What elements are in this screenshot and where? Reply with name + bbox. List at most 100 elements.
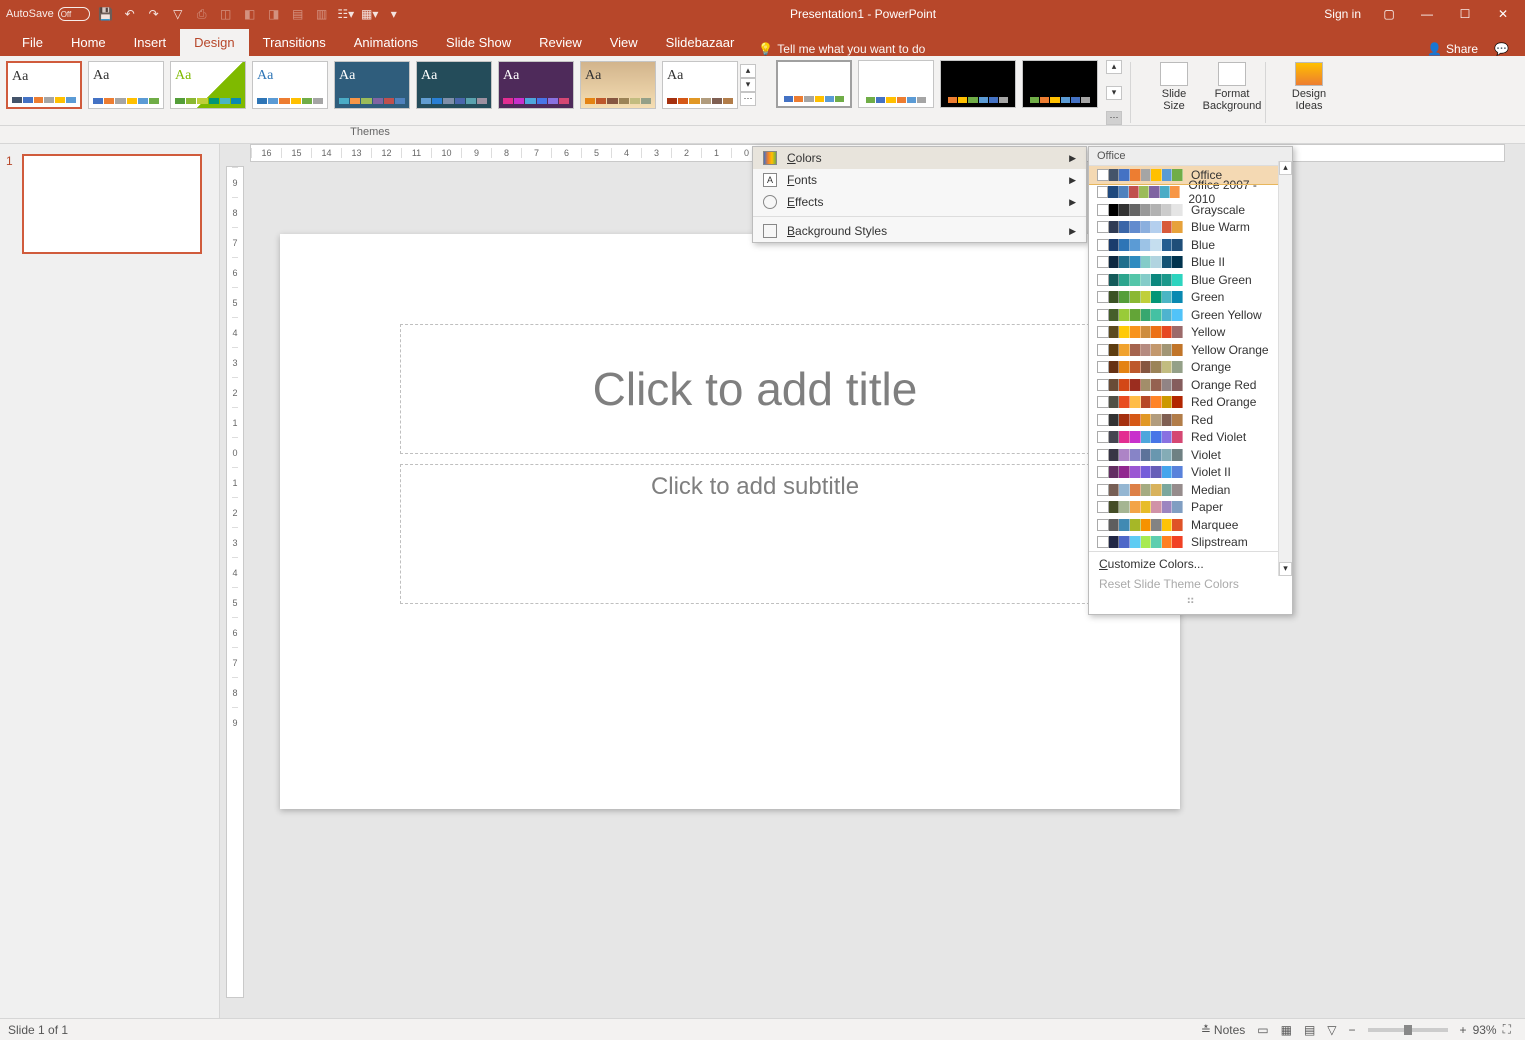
color-scheme-marquee[interactable]: Marquee xyxy=(1089,516,1292,534)
normal-view-icon[interactable]: ▭ xyxy=(1251,1023,1274,1037)
qat-customize-icon[interactable]: ▾ xyxy=(386,6,402,22)
start-from-beginning-icon[interactable]: ▽ xyxy=(170,6,186,22)
themes-group-label: Themes xyxy=(0,126,740,143)
sign-in-link[interactable]: Sign in xyxy=(1324,7,1361,21)
tab-review[interactable]: Review xyxy=(525,29,596,56)
variant-1[interactable] xyxy=(776,60,852,108)
qat-icon-6[interactable]: ▥ xyxy=(314,6,330,22)
theme-thumb-5[interactable]: Aa xyxy=(334,61,410,109)
format-background-button[interactable]: Format Background xyxy=(1207,60,1257,125)
color-scheme-slipstream[interactable]: Slipstream xyxy=(1089,534,1292,552)
theme-thumb-7[interactable]: Aa xyxy=(498,61,574,109)
tab-insert[interactable]: Insert xyxy=(120,29,181,56)
zoom-slider[interactable] xyxy=(1368,1028,1448,1032)
qat-icon-7[interactable]: ☷▾ xyxy=(338,6,354,22)
tab-home[interactable]: Home xyxy=(57,29,120,56)
variants-gallery[interactable]: ▴▾⋯ xyxy=(776,60,1122,125)
tab-design[interactable]: Design xyxy=(180,29,248,56)
theme-thumb-6[interactable]: Aa xyxy=(416,61,492,109)
theme-thumb-3[interactable]: Aa xyxy=(170,61,246,109)
theme-thumb-1[interactable]: Aa xyxy=(6,61,82,109)
color-scheme-orange[interactable]: Orange xyxy=(1089,359,1292,377)
scroll-up-icon[interactable]: ▴ xyxy=(1279,161,1292,175)
color-scheme-green[interactable]: Green xyxy=(1089,289,1292,307)
slide-sorter-icon[interactable]: ▦ xyxy=(1275,1023,1298,1037)
save-icon[interactable]: 💾 xyxy=(98,6,114,22)
fit-to-window-icon[interactable]: ⛶ xyxy=(1497,1022,1517,1037)
qat-color-icon[interactable]: ▦▾ xyxy=(362,6,378,22)
variants-more-button[interactable]: ▴▾⋯ xyxy=(1106,60,1122,125)
tab-animations[interactable]: Animations xyxy=(340,29,432,56)
redo-icon[interactable]: ↷ xyxy=(146,6,162,22)
scroll-down-icon[interactable]: ▾ xyxy=(1279,562,1292,576)
color-scheme-red[interactable]: Red xyxy=(1089,411,1292,429)
title-placeholder[interactable]: Click to add title xyxy=(400,324,1110,454)
color-scheme-office-2007---2010[interactable]: Office 2007 - 2010 xyxy=(1089,184,1292,202)
tab-view[interactable]: View xyxy=(596,29,652,56)
notes-button[interactable]: ≛ Notes xyxy=(1195,1023,1251,1037)
colors-flyout-header: Office xyxy=(1089,147,1292,166)
slide-canvas[interactable]: Click to add title Click to add subtitle xyxy=(280,234,1180,809)
dropdown-background-styles[interactable]: BBackground Stylesackground Styles▶ xyxy=(753,220,1086,242)
color-scheme-violet-ii[interactable]: Violet II xyxy=(1089,464,1292,482)
ribbon-display-options-icon[interactable]: ▢ xyxy=(1379,7,1399,21)
qat-icon-3[interactable]: ◧ xyxy=(242,6,258,22)
variant-4[interactable] xyxy=(1022,60,1098,108)
autosave-toggle[interactable]: AutoSave Off xyxy=(6,7,90,21)
color-scheme-red-violet[interactable]: Red Violet xyxy=(1089,429,1292,447)
slide-thumb-row[interactable]: 1 xyxy=(6,154,213,254)
qat-icon-2[interactable]: ◫ xyxy=(218,6,234,22)
slide-size-icon xyxy=(1160,62,1188,86)
dropdown-fonts[interactable]: A FFontsonts▶ xyxy=(753,169,1086,191)
zoom-out-icon[interactable]: − xyxy=(1343,1023,1362,1037)
color-scheme-blue-warm[interactable]: Blue Warm xyxy=(1089,219,1292,237)
theme-thumb-4[interactable]: Aa xyxy=(252,61,328,109)
color-scheme-median[interactable]: Median xyxy=(1089,481,1292,499)
slideshow-view-icon[interactable]: ▽ xyxy=(1321,1023,1342,1037)
theme-thumb-2[interactable]: Aa xyxy=(88,61,164,109)
subtitle-placeholder[interactable]: Click to add subtitle xyxy=(400,464,1110,604)
variant-2[interactable] xyxy=(858,60,934,108)
tab-slideshow[interactable]: Slide Show xyxy=(432,29,525,56)
tab-transitions[interactable]: Transitions xyxy=(249,29,340,56)
slide-thumbnails-panel[interactable]: 1 xyxy=(0,144,220,1018)
dropdown-effects[interactable]: EEffectsffects▶ xyxy=(753,191,1086,213)
color-scheme-blue-green[interactable]: Blue Green xyxy=(1089,271,1292,289)
color-scheme-yellow-orange[interactable]: Yellow Orange xyxy=(1089,341,1292,359)
theme-thumb-9[interactable]: Aa xyxy=(662,61,738,109)
tell-me-search[interactable]: 💡Tell me what you want to do xyxy=(758,42,925,56)
color-scheme-paper[interactable]: Paper xyxy=(1089,499,1292,517)
qat-icon-1[interactable]: ⎙ xyxy=(194,6,210,22)
color-scheme-red-orange[interactable]: Red Orange xyxy=(1089,394,1292,412)
flyout-scrollbar[interactable]: ▴ ▾ xyxy=(1278,161,1292,576)
tab-slidebazaar[interactable]: Slidebazaar xyxy=(652,29,749,56)
color-scheme-violet[interactable]: Violet xyxy=(1089,446,1292,464)
share-button[interactable]: 👤Share xyxy=(1419,42,1486,56)
tab-file[interactable]: File xyxy=(8,29,57,56)
maximize-icon[interactable]: ☐ xyxy=(1455,7,1475,21)
theme-thumb-8[interactable]: Aa xyxy=(580,61,656,109)
color-scheme-yellow[interactable]: Yellow xyxy=(1089,324,1292,342)
reading-view-icon[interactable]: ▤ xyxy=(1298,1023,1321,1037)
comments-icon[interactable]: 💬 xyxy=(1486,42,1517,56)
color-scheme-orange-red[interactable]: Orange Red xyxy=(1089,376,1292,394)
dropdown-colors[interactable]: CColorsolors▶ xyxy=(753,147,1086,169)
variant-3[interactable] xyxy=(940,60,1016,108)
slide-size-button[interactable]: Slide Size xyxy=(1149,60,1199,125)
qat-icon-4[interactable]: ◨ xyxy=(266,6,282,22)
qat-icon-5[interactable]: ▤ xyxy=(290,6,306,22)
design-ideas-button[interactable]: Design Ideas xyxy=(1284,60,1334,125)
slide-thumbnail-1[interactable] xyxy=(22,154,202,254)
undo-icon[interactable]: ↶ xyxy=(122,6,138,22)
customize-colors[interactable]: Customize Colors...Customize Colors... xyxy=(1099,557,1282,571)
color-scheme-blue-ii[interactable]: Blue II xyxy=(1089,254,1292,272)
color-scheme-list[interactable]: OfficeOffice 2007 - 2010GrayscaleBlue Wa… xyxy=(1089,166,1292,551)
themes-more-button[interactable]: ▴▾⋯ xyxy=(740,64,756,106)
close-icon[interactable]: ✕ xyxy=(1493,7,1513,21)
zoom-in-icon[interactable]: + xyxy=(1454,1023,1473,1037)
color-scheme-green-yellow[interactable]: Green Yellow xyxy=(1089,306,1292,324)
zoom-level[interactable]: 93% xyxy=(1473,1023,1497,1037)
themes-gallery[interactable]: Aa Aa Aa Aa Aa Aa Aa Aa Aa xyxy=(6,61,738,109)
color-scheme-blue[interactable]: Blue xyxy=(1089,236,1292,254)
minimize-icon[interactable]: — xyxy=(1417,7,1437,21)
